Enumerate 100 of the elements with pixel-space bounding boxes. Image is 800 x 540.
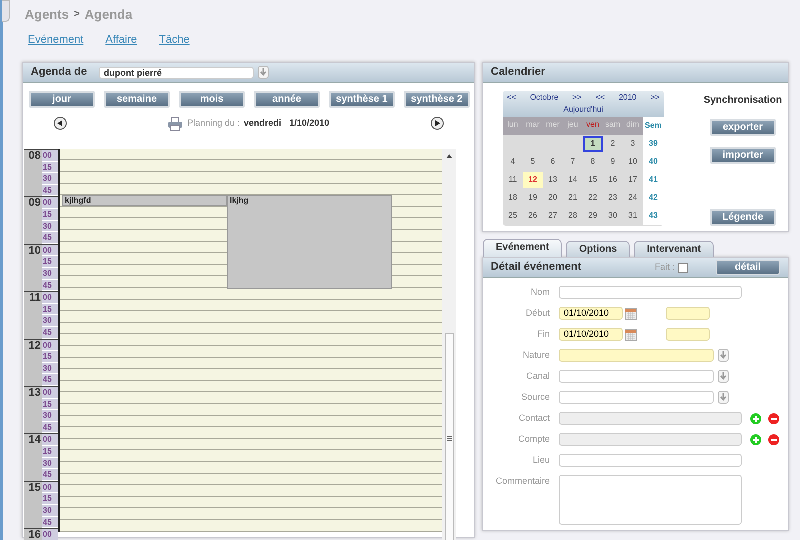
minute-label: 15	[42, 398, 58, 410]
calendar-day[interactable]: 2	[603, 136, 623, 152]
calendar-day[interactable]: 1	[583, 136, 603, 152]
calendar-day[interactable]: 14	[563, 172, 583, 188]
calendar-day[interactable]: 27	[543, 208, 563, 224]
select-field[interactable]	[559, 349, 714, 362]
minute-label: 45	[42, 232, 58, 244]
detail-button[interactable]: détail	[716, 260, 780, 275]
calendar-day[interactable]: 4	[503, 154, 523, 170]
dropdown-button[interactable]	[718, 349, 729, 362]
done-checkbox[interactable]	[678, 262, 688, 272]
select-field[interactable]	[559, 370, 714, 383]
minute-label: 00	[42, 386, 58, 399]
add-icon[interactable]	[750, 412, 762, 424]
calendar-day[interactable]: 12	[523, 172, 543, 188]
agenda-title: Agenda de	[31, 65, 88, 80]
nav-link[interactable]: Affaire	[106, 32, 138, 62]
view-button[interactable]: semaine	[104, 91, 170, 108]
dropdown-button[interactable]	[718, 391, 729, 404]
scroll-thumb[interactable]	[444, 333, 454, 540]
date-field[interactable]: 01/10/2010	[559, 328, 623, 341]
week-number: 42	[643, 189, 664, 207]
today-link[interactable]: Aujourd'hui	[564, 105, 604, 114]
calendar-day[interactable]: 10	[623, 154, 643, 170]
calendar-day[interactable]: 19	[523, 190, 543, 206]
owner-select[interactable]: dupont pierré	[99, 66, 254, 78]
minute-label: 45	[42, 326, 58, 339]
calendar-day[interactable]: 17	[623, 172, 643, 188]
calendar-day[interactable]: 7	[563, 154, 583, 170]
calendar-day[interactable]: 16	[603, 172, 623, 188]
previous-month-link[interactable]: <<	[507, 92, 516, 104]
time-field[interactable]	[666, 307, 710, 320]
hour-label: 09	[24, 197, 42, 244]
add-icon[interactable]	[750, 434, 762, 446]
printer-icon[interactable]	[168, 116, 184, 130]
minute-label: 30	[42, 362, 58, 374]
calendar-day[interactable]: 8	[583, 154, 603, 170]
agenda-grid[interactable]: kjlhgfd lkjhg	[58, 149, 442, 532]
remove-icon[interactable]	[768, 434, 780, 446]
previous-year-link[interactable]: <<	[596, 92, 606, 104]
tab[interactable]: Intervenant	[634, 241, 714, 257]
tab[interactable]: Evénement	[483, 239, 562, 257]
minute-label: 15	[42, 208, 58, 221]
field-label: Nom	[530, 286, 550, 299]
breadcrumb-separator: >	[74, 8, 80, 22]
calendar-day[interactable]: 15	[583, 172, 603, 188]
calendar-day[interactable]: 20	[543, 190, 563, 206]
collapse-handle[interactable]	[2, 0, 10, 22]
nav-link[interactable]: Tâche	[159, 32, 190, 62]
calendar-day[interactable]: 29	[583, 208, 603, 224]
calendar-day[interactable]: 13	[543, 172, 563, 188]
import-button[interactable]: importer	[710, 147, 776, 164]
legend-button[interactable]: Légende	[710, 209, 776, 226]
next-year-link[interactable]: >>	[650, 92, 660, 104]
next-month-link[interactable]: >>	[572, 92, 582, 104]
nav-link[interactable]: Evénement	[28, 32, 84, 62]
calendar-icon[interactable]	[625, 308, 637, 320]
calendar-day[interactable]: 22	[583, 190, 603, 206]
calendar-day[interactable]: 6	[543, 154, 563, 170]
calendar-day[interactable]: 9	[603, 154, 623, 170]
lookup-field[interactable]	[559, 412, 742, 425]
view-button[interactable]: mois	[179, 91, 245, 108]
calendar-day[interactable]: 25	[503, 208, 523, 224]
dropdown-button[interactable]	[718, 370, 729, 383]
next-icon[interactable]	[431, 117, 444, 130]
event-block[interactable]: lkjhg	[227, 195, 392, 290]
calendar-day[interactable]: 5	[523, 154, 543, 170]
field-label: Nature	[522, 348, 550, 362]
calendar-day[interactable]: 21	[563, 190, 583, 206]
calendar-day[interactable]: 11	[503, 172, 523, 188]
calendar-icon[interactable]	[625, 328, 637, 340]
text-field[interactable]	[559, 286, 742, 299]
minute-label: 00	[42, 340, 58, 352]
tab[interactable]: Options	[566, 241, 630, 257]
export-button[interactable]: exporter	[710, 119, 776, 136]
calendar-day[interactable]: 26	[523, 208, 543, 224]
calendar-day[interactable]: 31	[623, 208, 643, 224]
view-button[interactable]: année	[254, 91, 320, 108]
date-field[interactable]: 01/10/2010	[559, 307, 623, 320]
text-field[interactable]	[559, 454, 742, 467]
calendar-day[interactable]: 18	[503, 190, 523, 206]
select-field[interactable]	[559, 391, 714, 404]
dropdown-button[interactable]	[258, 66, 269, 79]
view-button[interactable]: jour	[29, 91, 95, 108]
previous-icon[interactable]	[54, 117, 67, 130]
remove-icon[interactable]	[768, 412, 780, 424]
calendar-day[interactable]: 28	[563, 208, 583, 224]
event-block[interactable]: kjlhgfd	[62, 195, 227, 206]
lookup-field[interactable]	[559, 433, 742, 446]
minute-label: 30	[42, 315, 58, 327]
comment-field[interactable]	[559, 475, 742, 525]
calendar-day[interactable]: 30	[603, 208, 623, 224]
scrollbar[interactable]	[442, 149, 456, 540]
calendar-day[interactable]: 23	[603, 190, 623, 206]
time-field[interactable]	[666, 328, 710, 341]
calendar-day[interactable]: 24	[623, 190, 643, 206]
view-button[interactable]: synthèse 1	[329, 91, 395, 108]
calendar-day[interactable]: 3	[623, 136, 643, 152]
scroll-up-icon[interactable]	[446, 154, 452, 159]
view-button[interactable]: synthèse 2	[404, 91, 470, 108]
